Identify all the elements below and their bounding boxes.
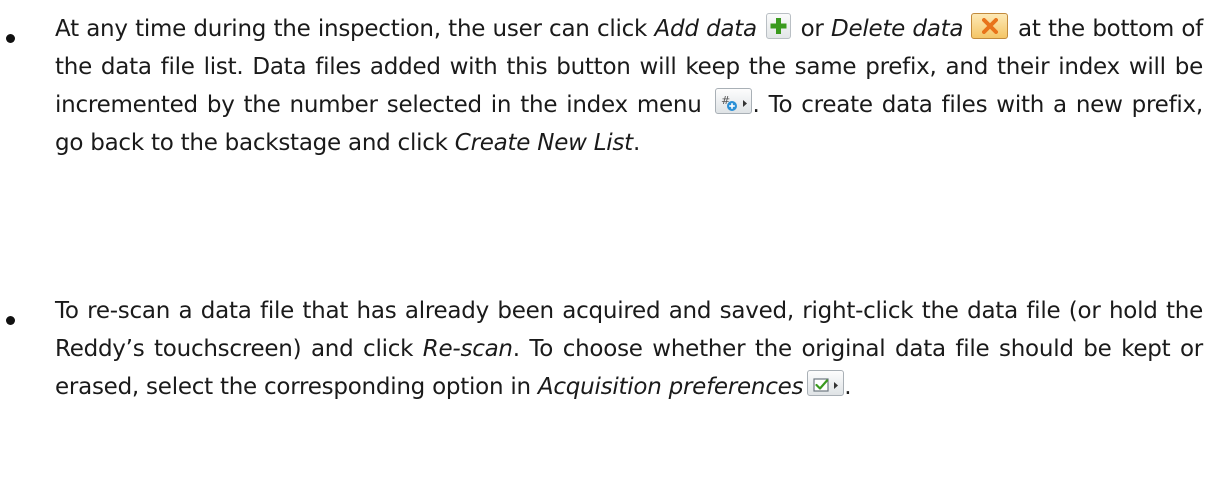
rescan-label: Re-scan — [422, 336, 513, 362]
paragraph-add-delete: At any time during the inspection, the u… — [55, 10, 1203, 162]
add-data-icon[interactable] — [766, 13, 792, 39]
add-data-label: Add data — [654, 16, 758, 42]
delete-data-icon[interactable] — [970, 13, 1008, 39]
bullet-marker — [6, 316, 15, 325]
create-new-list-label: Create New List — [454, 130, 633, 156]
text-segment: or — [793, 16, 831, 42]
index-menu-icon[interactable]: # — [714, 88, 752, 114]
bullet-marker — [6, 34, 15, 43]
acquisition-preferences-icon[interactable] — [807, 370, 845, 396]
text-segment: . — [844, 374, 852, 400]
acquisition-preferences-label: Acquisition preferences — [537, 374, 804, 400]
delete-data-label: Delete data — [831, 16, 964, 42]
text-segment: . — [632, 130, 641, 156]
paragraph-rescan: To re-scan a data file that has already … — [55, 292, 1203, 406]
text-segment: At any time during the inspection, the u… — [55, 16, 655, 42]
